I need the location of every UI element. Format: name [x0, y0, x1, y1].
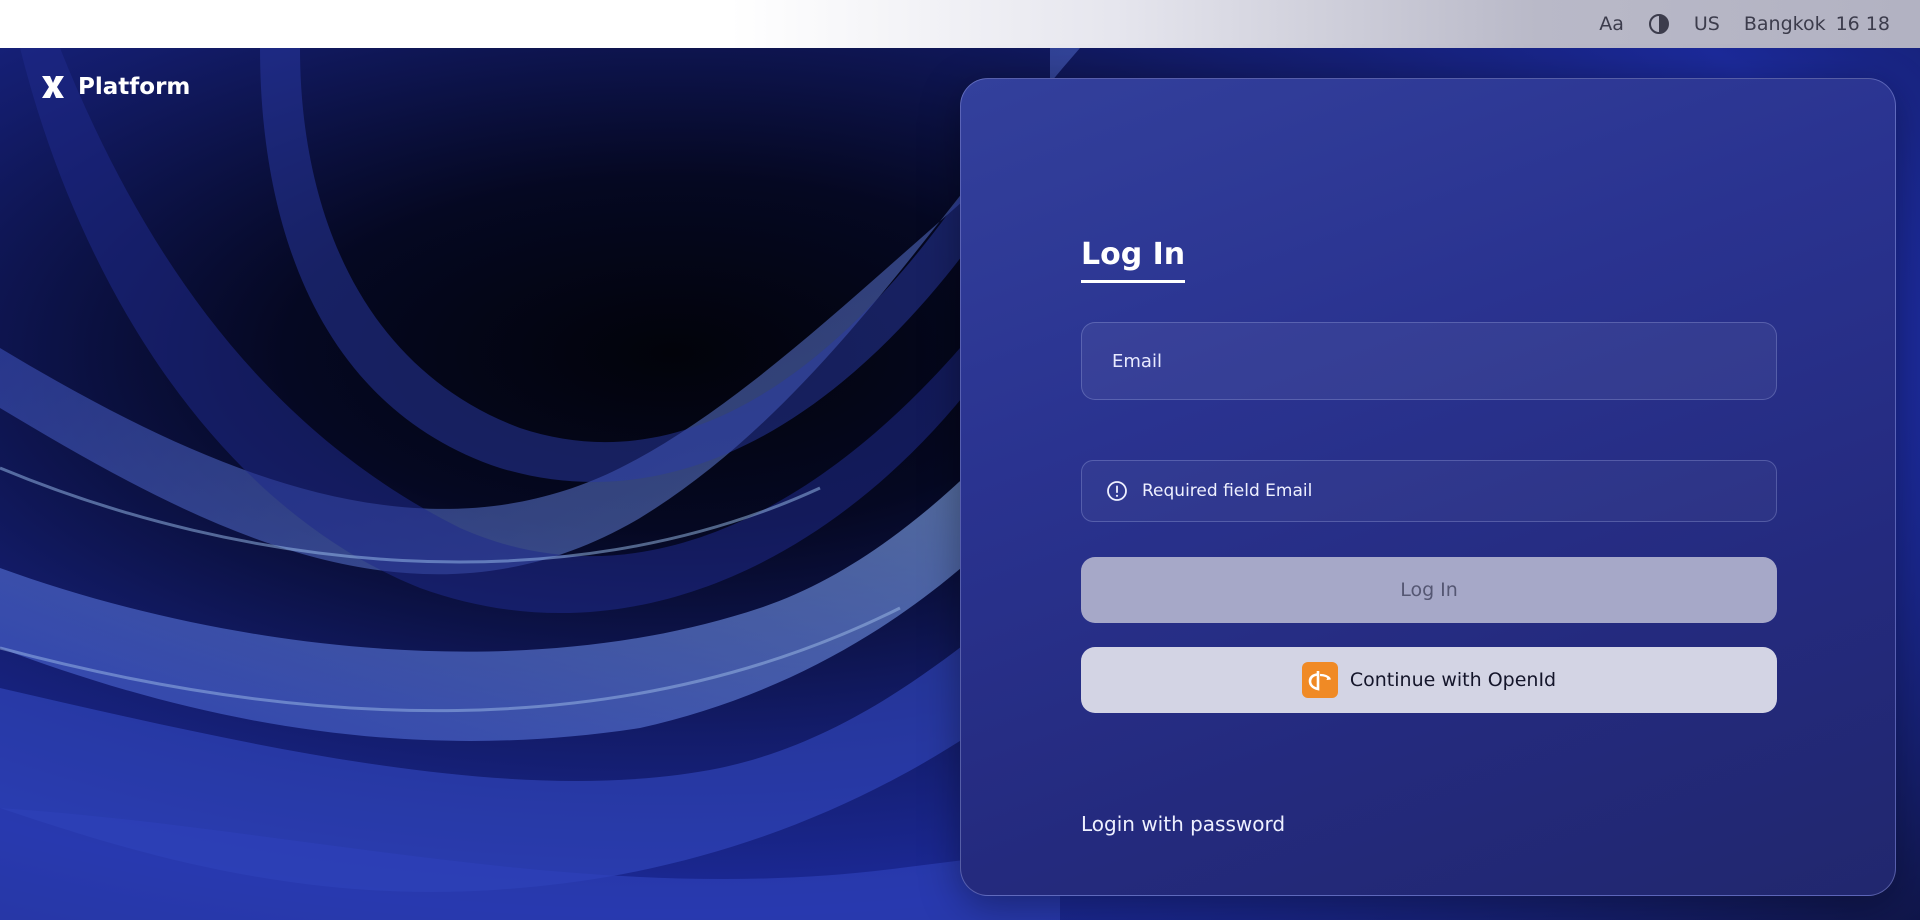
contrast-icon: [1648, 14, 1669, 34]
login-button-label: Log In: [1400, 579, 1458, 601]
clock-city: Bangkok: [1743, 13, 1826, 35]
validation-error: Required field Email: [1081, 460, 1777, 522]
brand[interactable]: Platform: [40, 74, 190, 100]
login-form: Log In Required field Email Log In: [1081, 79, 1777, 895]
tab-login[interactable]: Log In: [1081, 237, 1186, 283]
openid-icon: [1301, 662, 1338, 698]
brand-name: Platform: [78, 74, 191, 100]
font-size-label: Aa: [1599, 13, 1624, 35]
openid-button-label: Continue with OpenId: [1349, 669, 1557, 691]
language-label: US: [1693, 13, 1720, 35]
world-clock[interactable]: Bangkok 16 18: [1744, 13, 1890, 35]
system-top-bar: Aa US Bangkok 16 18: [0, 0, 1920, 48]
clock-time: 16 18: [1835, 13, 1890, 35]
alert-circle-icon: [1107, 481, 1127, 501]
openid-button[interactable]: Continue with OpenId: [1081, 647, 1777, 713]
email-input[interactable]: [1112, 350, 1776, 372]
error-message: Required field Email: [1142, 481, 1313, 501]
font-size-button[interactable]: Aa: [1599, 13, 1624, 35]
language-selector[interactable]: US: [1694, 13, 1720, 35]
platform-logo-icon: [42, 76, 64, 98]
login-with-password-link[interactable]: Login with password: [1081, 812, 1285, 836]
login-button[interactable]: Log In: [1081, 557, 1777, 623]
login-card: Log In Required field Email Log In: [960, 78, 1896, 896]
contrast-toggle-button[interactable]: [1648, 13, 1670, 35]
email-field-container[interactable]: [1081, 322, 1777, 400]
